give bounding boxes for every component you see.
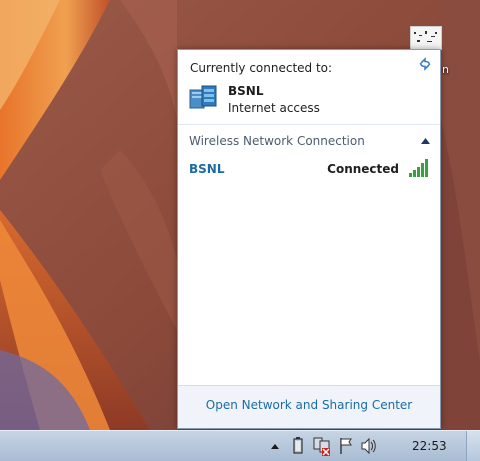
currently-connected-header: Currently connected to: <box>190 61 333 75</box>
network-name: BSNL <box>189 162 225 176</box>
taskbar: 22:53 <box>0 430 480 461</box>
taskbar-clock[interactable]: 22:53 <box>412 439 447 453</box>
network-list-item[interactable]: BSNL Connected <box>182 156 436 180</box>
show-hidden-icons-icon[interactable] <box>268 431 282 461</box>
divider <box>178 124 440 125</box>
current-network-status: Internet access <box>228 101 320 115</box>
refresh-icon[interactable] <box>418 57 432 71</box>
volume-icon[interactable] <box>360 431 378 461</box>
network-flyout: Currently connected to: BSNL Internet ac… <box>177 49 441 429</box>
section-title-wireless: Wireless Network Connection <box>189 134 365 148</box>
network-globe-icon <box>189 85 217 109</box>
action-center-flag-icon[interactable] <box>338 431 354 461</box>
desktop-shortcut-label: n <box>442 63 449 76</box>
flyout-footer: Open Network and Sharing Center <box>178 385 440 428</box>
show-desktop-button[interactable] <box>466 431 480 461</box>
network-disconnected-icon[interactable] <box>312 431 334 461</box>
current-network-name: BSNL <box>228 84 264 98</box>
chevron-up-icon[interactable] <box>421 138 430 144</box>
network-state: Connected <box>327 162 399 176</box>
open-network-sharing-center-link[interactable]: Open Network and Sharing Center <box>178 398 440 412</box>
wifi-signal-icon <box>409 159 428 177</box>
desktop-shortcut-icon[interactable] <box>410 26 442 50</box>
power-icon[interactable] <box>290 431 306 461</box>
